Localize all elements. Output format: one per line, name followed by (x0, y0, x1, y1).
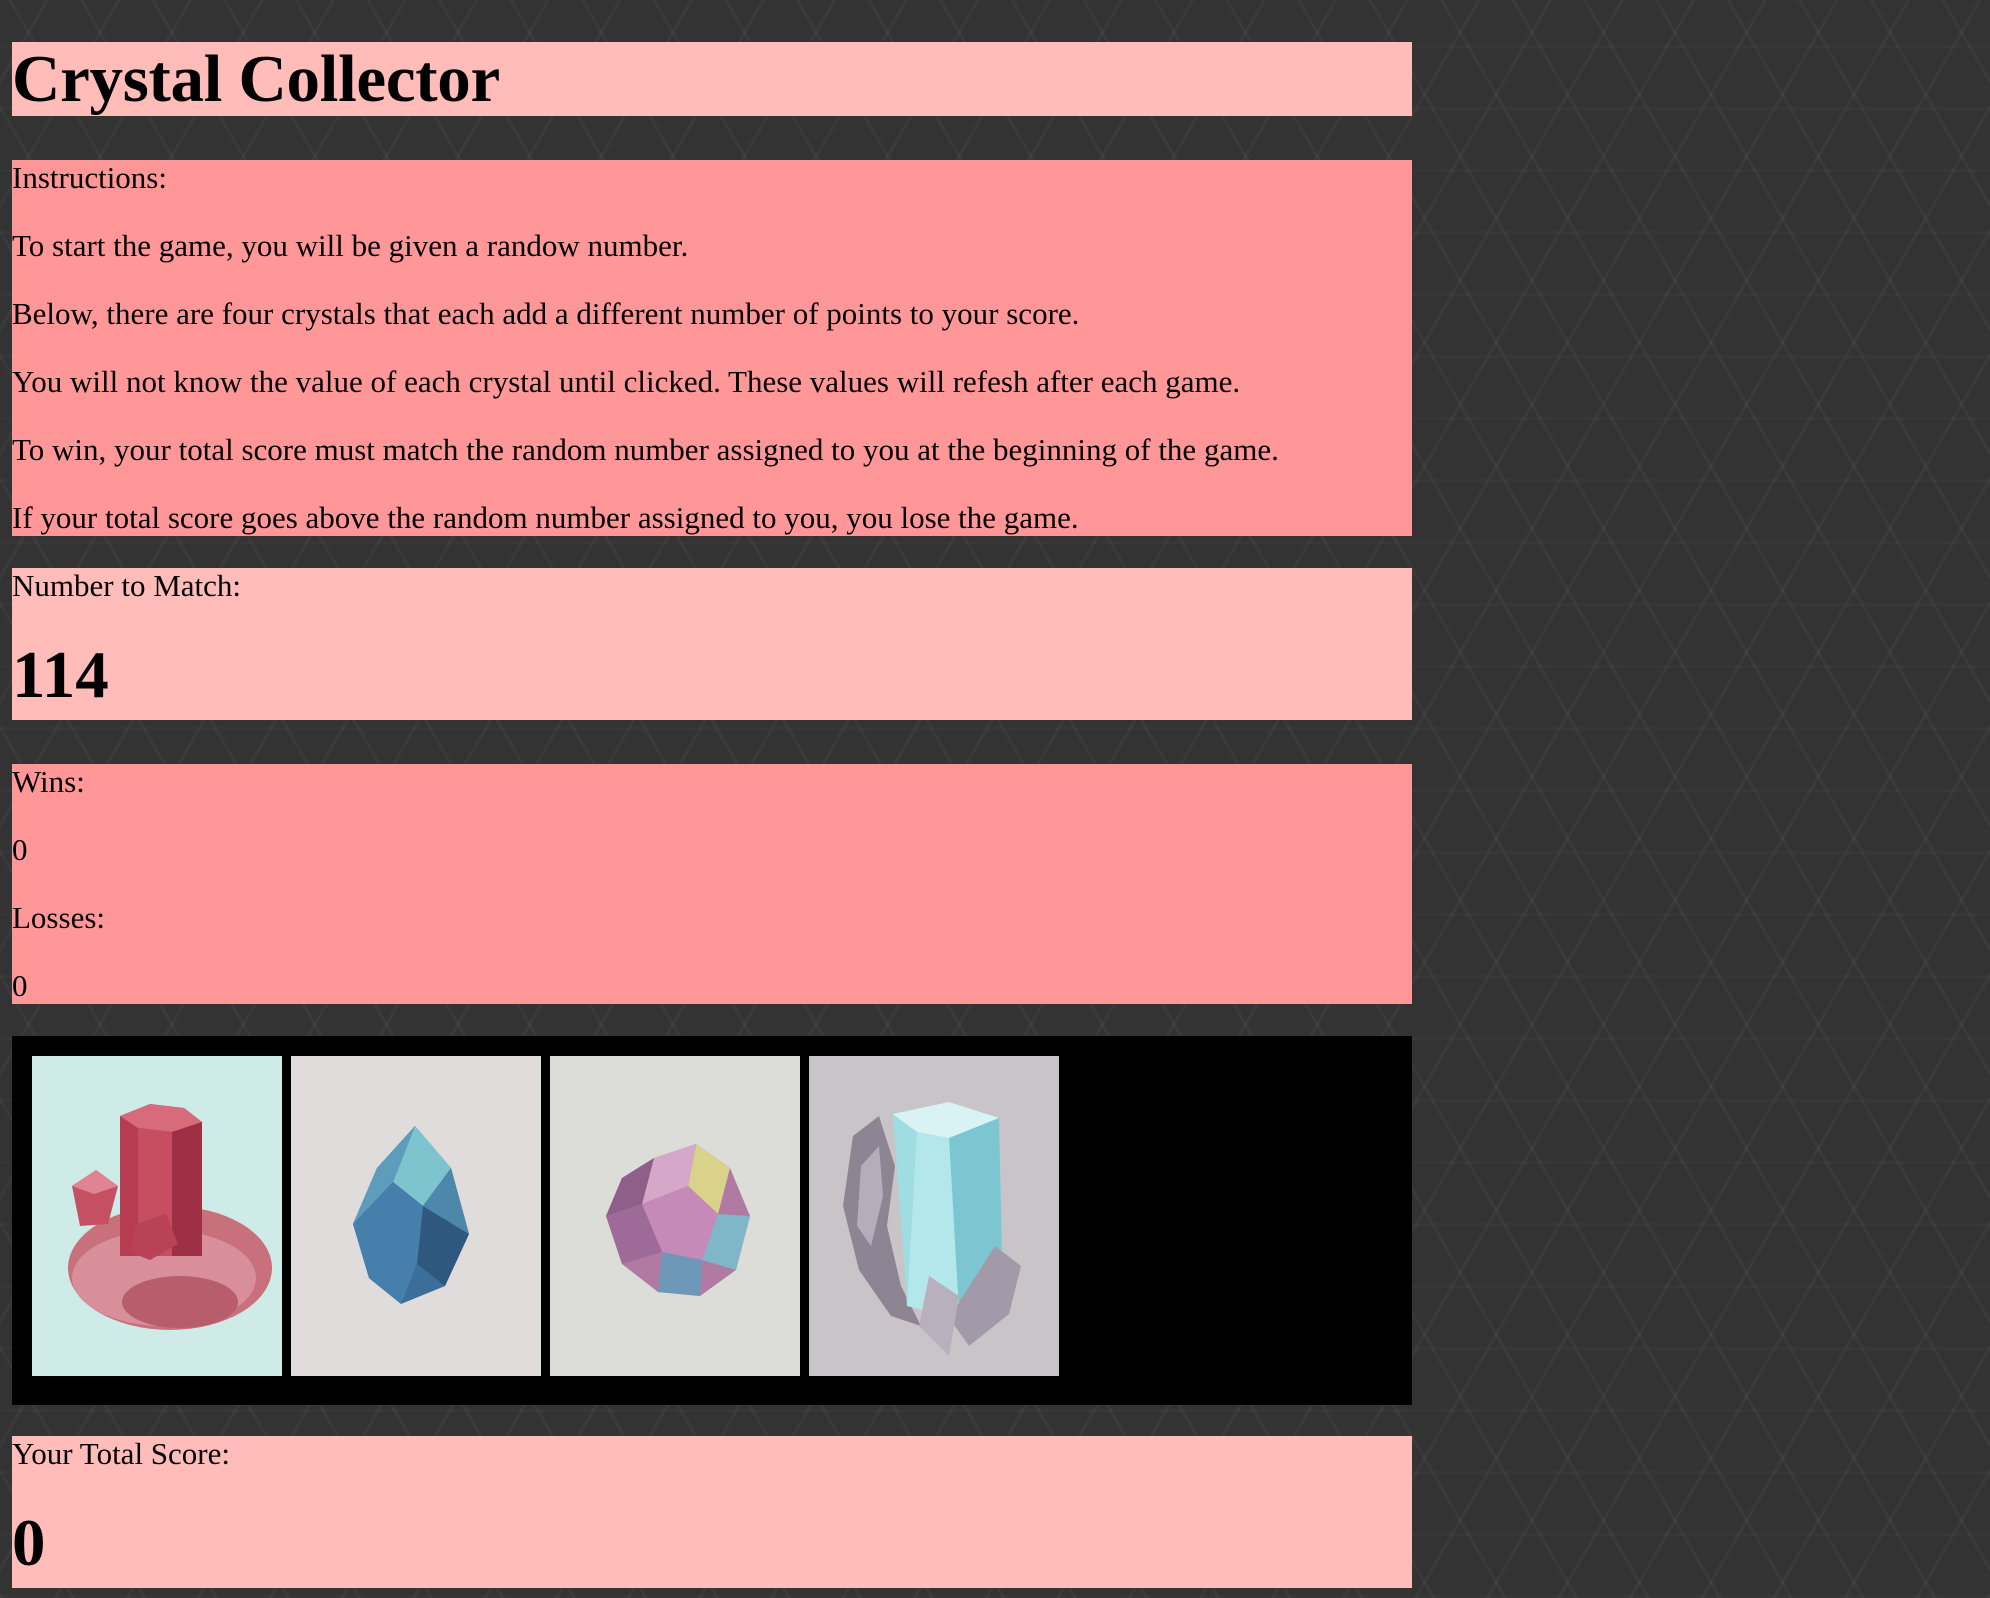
page-title: Crystal Collector (12, 42, 500, 116)
wins-value: 0 (12, 832, 28, 867)
instructions-heading: Instructions: (12, 160, 167, 195)
score-panel: Your Total Score: 0 (12, 1436, 1412, 1588)
crystals-panel (12, 1036, 1412, 1405)
purple-crystal-icon (550, 1056, 800, 1376)
losses-label: Losses: (12, 900, 105, 935)
instructions-panel: Instructions: To start the game, you wil… (12, 160, 1412, 536)
instruction-line: You will not know the value of each crys… (12, 364, 1241, 399)
target-panel: Number to Match: 114 (12, 568, 1412, 720)
target-number: 114 (12, 638, 109, 712)
wins-label: Wins: (12, 764, 85, 799)
crystal-button-2[interactable] (291, 1056, 541, 1376)
losses-value: 0 (12, 968, 28, 1003)
title-panel: Crystal Collector (12, 42, 1412, 116)
target-label: Number to Match: (12, 568, 242, 603)
instruction-line: To start the game, you will be given a r… (12, 228, 689, 263)
stats-panel: Wins: 0 Losses: 0 (12, 764, 1412, 1004)
page-background: { "title": "Crystal Collector", "instruc… (0, 0, 1990, 1598)
score-value: 0 (12, 1506, 46, 1580)
crystal-button-1[interactable] (32, 1056, 282, 1376)
crystal-button-3[interactable] (550, 1056, 800, 1376)
instruction-line: To win, your total score must match the … (12, 432, 1279, 467)
instruction-line: Below, there are four crystals that each… (12, 296, 1080, 331)
crystal-button-4[interactable] (809, 1056, 1059, 1376)
aqua-crystal-icon (809, 1056, 1059, 1376)
blue-crystal-icon (291, 1056, 541, 1376)
red-crystal-icon (32, 1056, 282, 1376)
instruction-line: If your total score goes above the rando… (12, 500, 1079, 535)
score-label: Your Total Score: (12, 1436, 230, 1471)
